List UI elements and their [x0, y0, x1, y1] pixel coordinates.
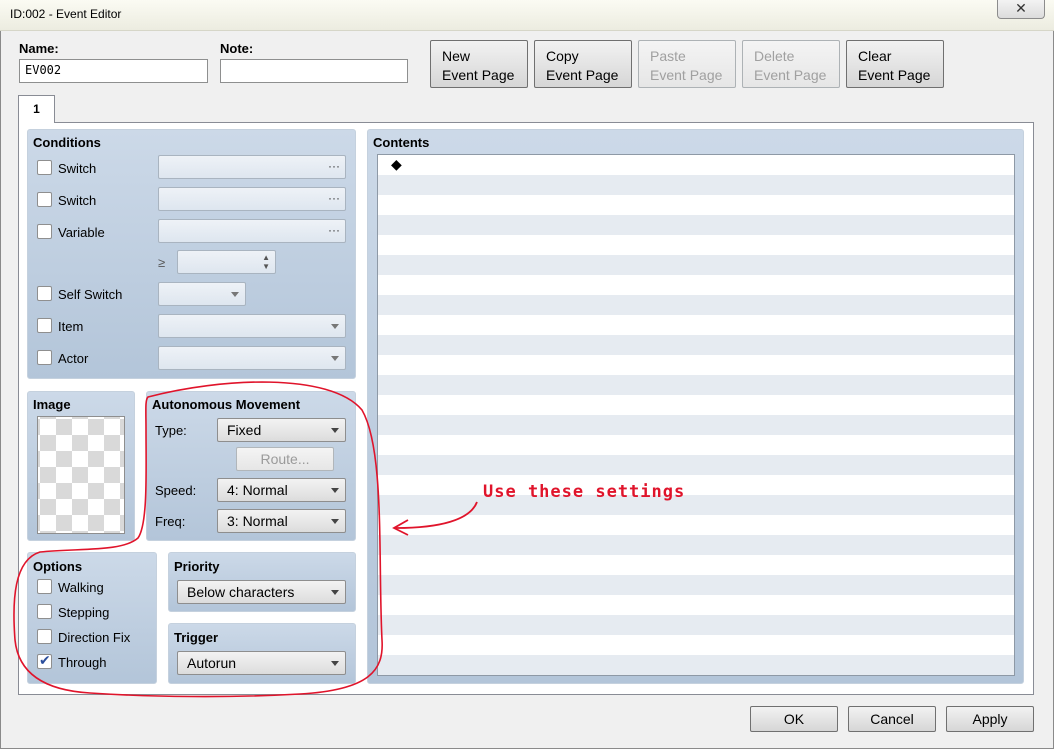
annotation-text: Use these settings — [483, 482, 686, 502]
ok-button[interactable]: OK — [750, 706, 838, 732]
annotation-arrow — [395, 501, 478, 529]
annotation-circle — [13, 381, 383, 698]
cancel-button[interactable]: Cancel — [848, 706, 936, 732]
apply-button[interactable]: Apply — [946, 706, 1034, 732]
annotation-overlay — [13, 381, 478, 698]
command-diamond-icon[interactable]: ◆ — [391, 156, 402, 173]
